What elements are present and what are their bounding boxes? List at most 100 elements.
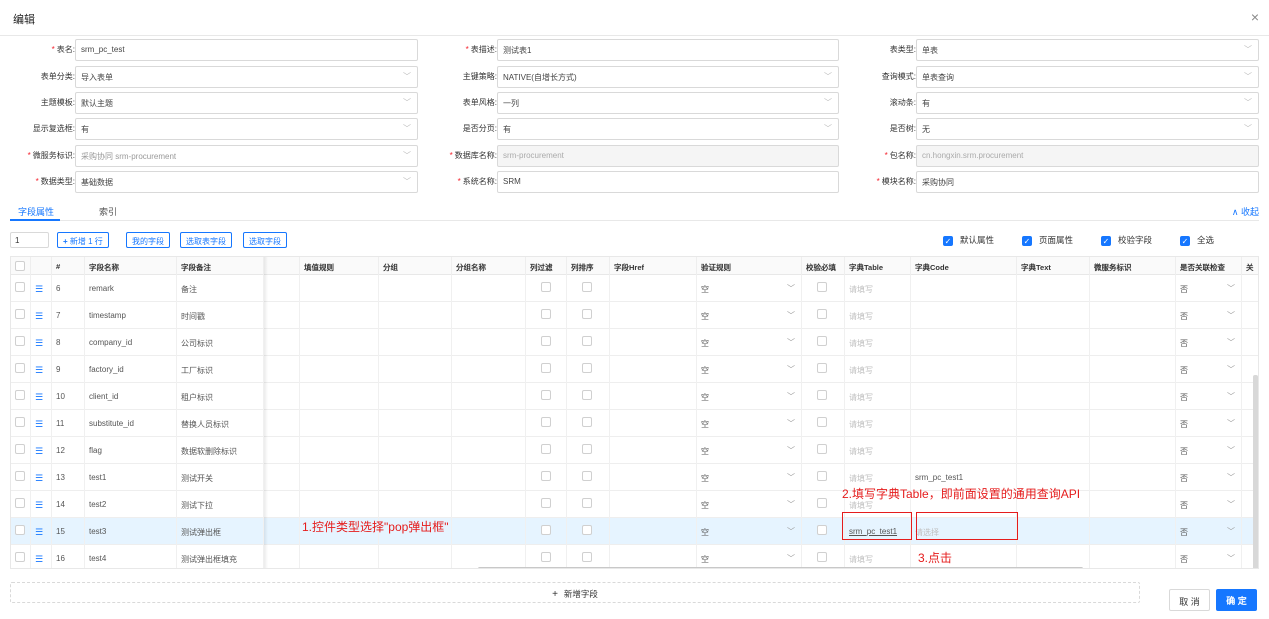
group-name-cell[interactable] (452, 383, 526, 410)
validation-rule-select[interactable]: 空 ﹀ (697, 545, 802, 568)
field-name[interactable]: test1 (85, 464, 177, 491)
required-checkbox[interactable] (802, 491, 845, 518)
assoc-check-select[interactable]: 否 ﹀ (1176, 302, 1242, 329)
row-count-input[interactable]: 1 (10, 232, 49, 248)
collapse-button[interactable]: ∧ 收起 (1232, 205, 1259, 218)
column-sort-checkbox[interactable] (567, 545, 610, 568)
table-name-input[interactable]: srm_pc_test (75, 39, 418, 61)
column-sort-checkbox[interactable] (567, 491, 610, 518)
field-comment[interactable]: 备注 (177, 275, 264, 302)
dict-table-input[interactable]: 请填写 (845, 329, 911, 356)
column-sort-checkbox[interactable] (567, 518, 610, 545)
row-menu-icon[interactable]: ☰ (31, 518, 52, 545)
required-checkbox[interactable] (802, 410, 845, 437)
row-menu-icon[interactable]: ☰ (31, 302, 52, 329)
horizontal-scrollbar[interactable] (478, 567, 1083, 568)
assoc-check-select[interactable]: 否 ﹀ (1176, 410, 1242, 437)
field-href-cell[interactable] (610, 275, 697, 302)
field-name[interactable]: remark (85, 275, 177, 302)
table-desc-input[interactable]: 测试表1 (497, 39, 839, 61)
column-filter-checkbox[interactable] (526, 437, 567, 464)
group-name-cell[interactable] (452, 491, 526, 518)
dict-table-input[interactable]: 请填写 (845, 437, 911, 464)
assoc-check-select[interactable]: 否 ﹀ (1176, 518, 1242, 545)
assoc-check-select[interactable]: 否 ﹀ (1176, 545, 1242, 568)
field-name[interactable]: flag (85, 437, 177, 464)
microservice-cell[interactable] (1090, 464, 1176, 491)
required-checkbox[interactable] (802, 329, 845, 356)
field-href-cell[interactable] (610, 545, 697, 568)
column-filter-checkbox[interactable] (526, 518, 567, 545)
validation-rule-select[interactable]: 空 ﹀ (697, 302, 802, 329)
assoc-check-select[interactable]: 否 ﹀ (1176, 437, 1242, 464)
column-filter-checkbox[interactable] (526, 275, 567, 302)
fill-rule-cell[interactable] (300, 356, 379, 383)
module-name-input[interactable]: 采购协同 (916, 171, 1259, 193)
required-checkbox[interactable] (802, 518, 845, 545)
assoc-check-select[interactable]: 否 ﹀ (1176, 383, 1242, 410)
field-href-cell[interactable] (610, 356, 697, 383)
field-comment[interactable]: 替换人员标识 (177, 410, 264, 437)
dict-code-input[interactable] (911, 329, 1017, 356)
row-select-checkbox[interactable] (11, 437, 31, 464)
add-row-button[interactable]: + 新增 1 行 (57, 232, 109, 248)
group-cell[interactable] (379, 275, 452, 302)
column-filter-checkbox[interactable] (526, 491, 567, 518)
field-comment[interactable]: 测试弹出框 (177, 518, 264, 545)
dict-table-input[interactable]: 请填写 (845, 275, 911, 302)
field-name[interactable]: company_id (85, 329, 177, 356)
microservice-cell[interactable] (1090, 302, 1176, 329)
fill-rule-cell[interactable] (300, 302, 379, 329)
field-href-cell[interactable] (610, 464, 697, 491)
row-menu-icon[interactable]: ☰ (31, 329, 52, 356)
group-cell[interactable] (379, 383, 452, 410)
group-cell[interactable] (379, 491, 452, 518)
show-checkbox-select[interactable]: 有 ﹀ (75, 118, 418, 140)
field-comment[interactable]: 测试下拉 (177, 491, 264, 518)
field-name[interactable]: factory_id (85, 356, 177, 383)
dict-table-input[interactable]: 请填写 (845, 410, 911, 437)
group-name-cell[interactable] (452, 518, 526, 545)
group-name-cell[interactable] (452, 302, 526, 329)
my-fields-button[interactable]: 我的字段 (126, 232, 170, 248)
microservice-cell[interactable] (1090, 410, 1176, 437)
data-type-select[interactable]: 基础数据 ﹀ (75, 171, 418, 193)
group-cell[interactable] (379, 302, 452, 329)
system-name-input[interactable]: SRM (497, 171, 839, 193)
fill-rule-cell[interactable] (300, 410, 379, 437)
ok-button[interactable]: 确 定 (1216, 589, 1257, 611)
field-href-cell[interactable] (610, 518, 697, 545)
row-select-checkbox[interactable] (11, 275, 31, 302)
row-menu-icon[interactable]: ☰ (31, 545, 52, 568)
opt-all-checkbox[interactable]: ✓ 全选 (1180, 234, 1214, 246)
group-cell[interactable] (379, 410, 452, 437)
validation-rule-select[interactable]: 空 ﹀ (697, 491, 802, 518)
dict-text-cell[interactable] (1017, 410, 1090, 437)
field-comment[interactable]: 公司标识 (177, 329, 264, 356)
group-cell[interactable] (379, 329, 452, 356)
column-sort-checkbox[interactable] (567, 329, 610, 356)
field-comment[interactable]: 测试弹出框填充 (177, 545, 264, 568)
group-name-cell[interactable] (452, 437, 526, 464)
assoc-check-select[interactable]: 否 ﹀ (1176, 356, 1242, 383)
opt-page-checkbox[interactable]: ✓ 页面属性 (1022, 234, 1073, 246)
row-select-checkbox[interactable] (11, 356, 31, 383)
assoc-check-select[interactable]: 否 ﹀ (1176, 464, 1242, 491)
validation-rule-select[interactable]: 空 ﹀ (697, 275, 802, 302)
row-menu-icon[interactable]: ☰ (31, 491, 52, 518)
row-select-checkbox[interactable] (11, 383, 31, 410)
column-filter-checkbox[interactable] (526, 545, 567, 568)
required-checkbox[interactable] (802, 545, 845, 568)
dict-text-cell[interactable] (1017, 545, 1090, 568)
field-href-cell[interactable] (610, 410, 697, 437)
required-checkbox[interactable] (802, 437, 845, 464)
field-href-cell[interactable] (610, 437, 697, 464)
fill-rule-cell[interactable] (300, 491, 379, 518)
validation-rule-select[interactable]: 空 ﹀ (697, 356, 802, 383)
group-name-cell[interactable] (452, 410, 526, 437)
microservice-cell[interactable] (1090, 356, 1176, 383)
validation-rule-select[interactable]: 空 ﹀ (697, 464, 802, 491)
field-comment[interactable]: 数据软删除标识 (177, 437, 264, 464)
group-name-cell[interactable] (452, 275, 526, 302)
dict-text-cell[interactable] (1017, 518, 1090, 545)
